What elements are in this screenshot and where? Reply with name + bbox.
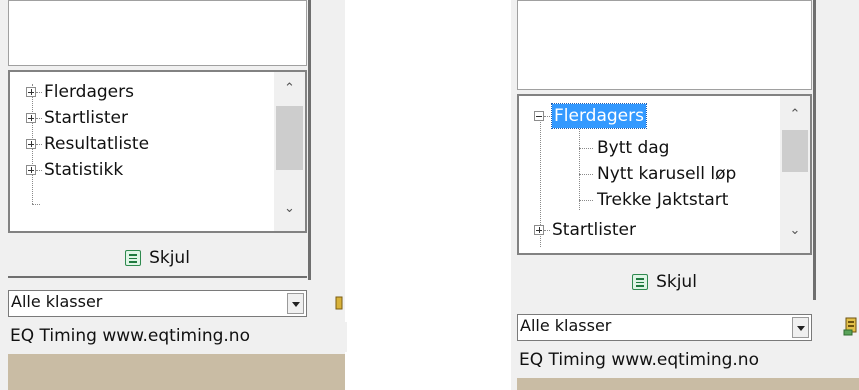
chevron-down-icon[interactable]: ⌄: [780, 220, 810, 242]
tree-item-label: Flerdagers: [551, 103, 647, 129]
tree-item-label: Nytt karusell løp: [597, 164, 737, 184]
hide-button-label: Skjul: [656, 272, 697, 292]
tool-icon[interactable]: [334, 294, 344, 312]
tree-item-label: Statistikk: [44, 160, 124, 180]
right-upper-list: [517, 0, 812, 90]
tree-item-label: Startlister: [44, 108, 128, 128]
status-bar: EQ Timing www.eqtiming.no: [517, 346, 859, 376]
chevron-down-icon[interactable]: [792, 317, 809, 338]
hide-button[interactable]: Skjul: [517, 264, 812, 300]
chevron-up-icon[interactable]: ⌃: [274, 78, 305, 100]
tree-scrollbar[interactable]: ⌃ ⌄: [274, 72, 305, 231]
hide-button[interactable]: Skjul: [8, 240, 307, 278]
left-tree-view[interactable]: Flerdagers Startlister Resultatliste Sta…: [8, 70, 307, 233]
left-upper-list: [8, 0, 307, 66]
class-select-value: Alle klasser: [520, 316, 612, 335]
tree-item-label: Startlister: [552, 220, 636, 240]
status-text: EQ Timing www.eqtiming.no: [519, 350, 759, 370]
class-select-value: Alle klasser: [11, 292, 103, 311]
class-select[interactable]: Alle klasser: [8, 290, 307, 317]
status-bar: EQ Timing www.eqtiming.no: [8, 322, 347, 352]
tree-guide-line: [579, 122, 580, 210]
chevron-down-icon[interactable]: [287, 293, 304, 314]
plus-box-icon[interactable]: [534, 225, 544, 235]
tree-guide-line: [32, 204, 40, 205]
scrollbar-thumb[interactable]: [782, 130, 808, 172]
scrollbar-thumb[interactable]: [276, 106, 303, 170]
minus-box-icon[interactable]: [534, 111, 544, 121]
hide-button-label: Skjul: [149, 248, 190, 268]
left-splitter[interactable]: [308, 0, 311, 280]
tree-scrollbar[interactable]: ⌃ ⌄: [780, 96, 810, 253]
right-panel: Flerdagers Bytt dag Nytt karusell løp Tr…: [511, 0, 859, 390]
plus-box-icon[interactable]: [26, 165, 36, 175]
tree-item-label: Flerdagers: [44, 82, 134, 102]
left-panel: Flerdagers Startlister Resultatliste Sta…: [0, 0, 347, 390]
tree-item-label: Resultatliste: [44, 134, 150, 154]
list-icon: [125, 250, 142, 266]
plus-box-icon[interactable]: [26, 87, 36, 97]
chevron-up-icon[interactable]: ⌃: [780, 104, 810, 126]
plus-box-icon[interactable]: [26, 113, 36, 123]
tree-item-label: Trekke Jaktstart: [597, 190, 729, 210]
tree-item-label: Bytt dag: [597, 138, 670, 158]
tool-icon[interactable]: [843, 316, 859, 336]
right-splitter[interactable]: [813, 0, 816, 300]
list-icon: [632, 274, 649, 290]
chevron-down-icon[interactable]: ⌄: [274, 198, 305, 220]
map-preview: [517, 378, 859, 390]
map-preview: [8, 354, 345, 390]
status-text: EQ Timing www.eqtiming.no: [10, 326, 250, 346]
class-select[interactable]: Alle klasser: [517, 314, 812, 341]
plus-box-icon[interactable]: [26, 139, 36, 149]
right-tree-view[interactable]: Flerdagers Bytt dag Nytt karusell løp Tr…: [517, 94, 812, 255]
